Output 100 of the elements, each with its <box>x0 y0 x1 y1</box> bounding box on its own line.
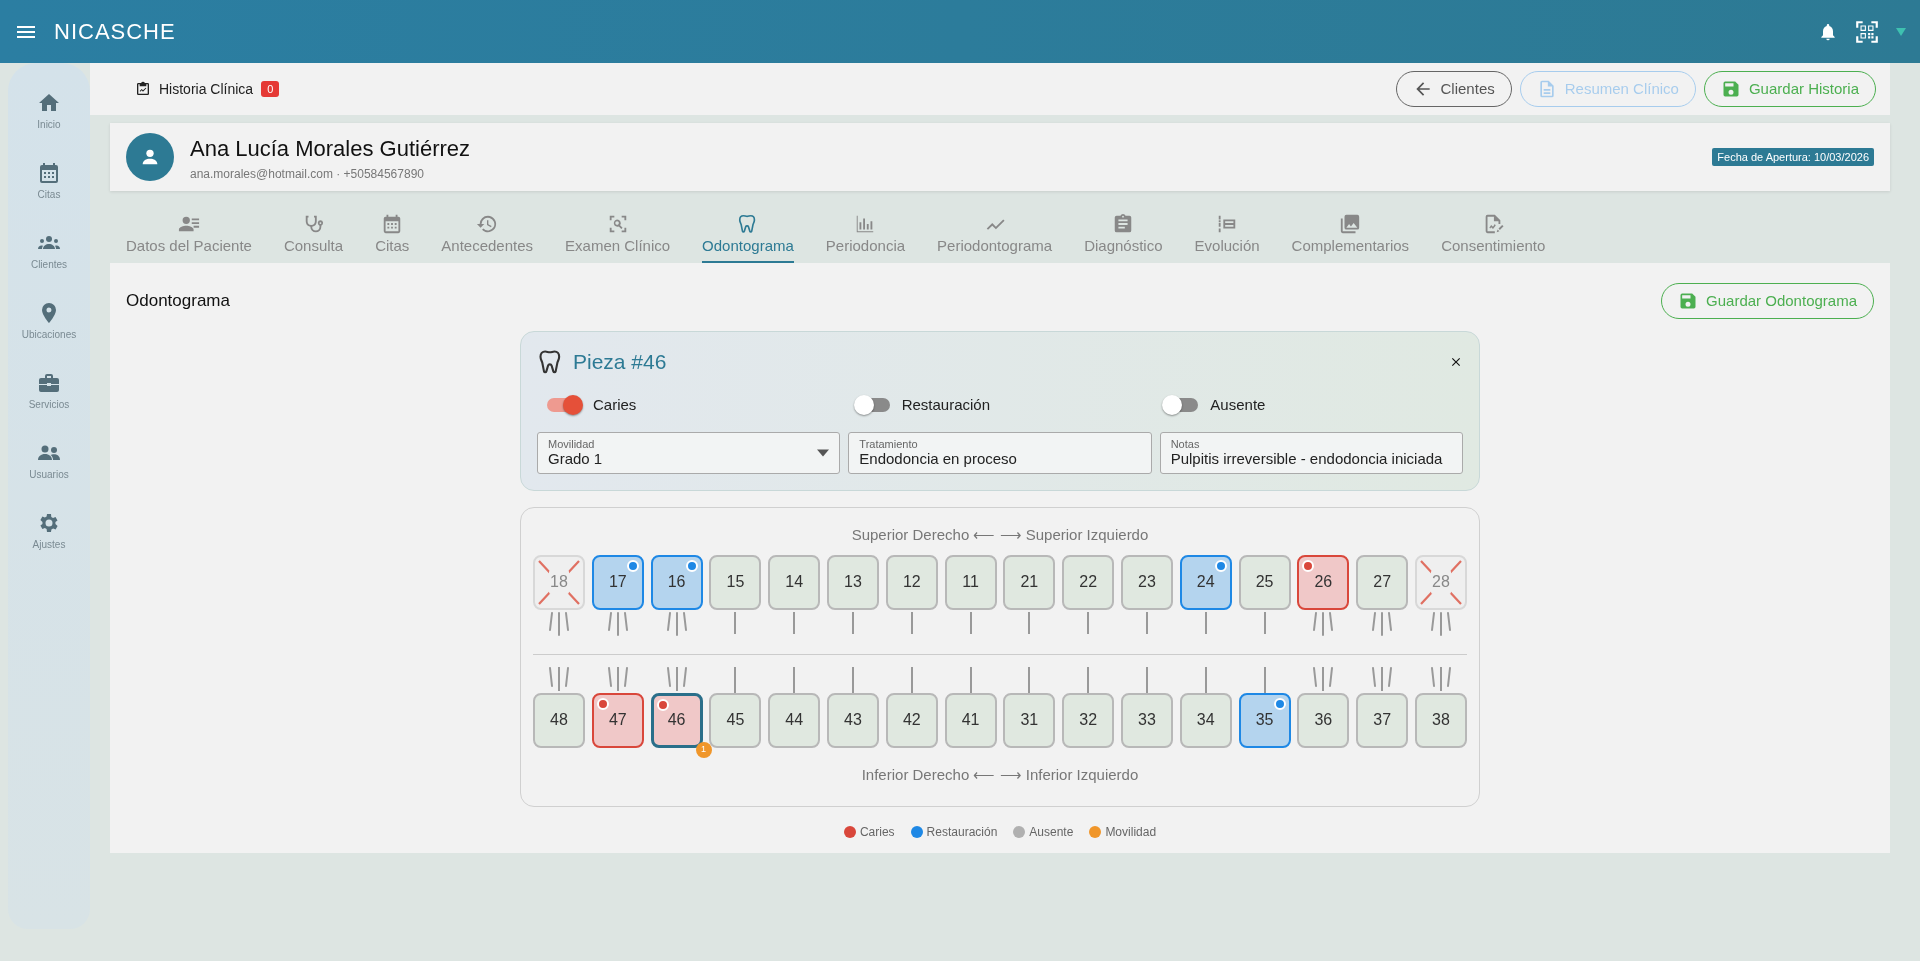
root-lines-drawing <box>606 611 629 636</box>
toggle-switch[interactable] <box>1164 397 1199 412</box>
tooth-button[interactable]: 45 <box>709 692 762 748</box>
input-field[interactable]: Tratamiento Endodoncia en proceso <box>848 432 1152 474</box>
piece-title: Pieza #46 <box>573 349 667 375</box>
legend-label: Caries <box>859 824 895 841</box>
briefcase-icon <box>37 371 61 395</box>
caries-dot <box>1302 559 1315 572</box>
root-lines-drawing <box>1371 666 1394 691</box>
patient-name: Ana Lucía Morales Gutiérrez <box>190 134 471 163</box>
legend-label: Restauración <box>926 824 998 841</box>
mobility-badge: 1 <box>695 741 712 758</box>
bell-icon[interactable] <box>1818 21 1838 42</box>
root-lines-drawing <box>548 611 570 636</box>
patient-contact: ana.morales@hotmail.com · +50584567890 <box>190 165 425 183</box>
qr-code-icon[interactable] <box>1854 18 1880 45</box>
root-lines-drawing <box>1262 666 1267 693</box>
input-field[interactable]: Notas Pulpitis irreversible - endodoncia iniciada <box>1159 432 1463 474</box>
root-lines-drawing <box>792 666 797 693</box>
tooth-button[interactable]: 44 <box>768 692 821 748</box>
caries-dot <box>596 697 609 710</box>
select-field[interactable]: Movilidad Grado 1 <box>537 432 841 474</box>
root-lines-drawing <box>968 611 973 634</box>
count-badge: 0 <box>261 80 280 98</box>
tooth-button[interactable]: 16 <box>650 554 703 610</box>
tooth-button[interactable]: 26 <box>1297 554 1350 610</box>
tooth-button[interactable]: 11 <box>944 554 997 610</box>
tooth-button[interactable]: 33 <box>1120 692 1173 748</box>
tooth-button[interactable]: 24 <box>1179 554 1232 610</box>
tooth-button[interactable]: 42 <box>885 692 938 748</box>
restoration-dot <box>626 559 639 572</box>
root-lines-drawing <box>909 666 914 693</box>
row-caption: Inferior Derecho ⟵ ⟶ Inferior Izquierdo <box>860 764 1140 785</box>
tooth-button[interactable]: 21 <box>1003 554 1056 610</box>
clipboard-icon <box>135 81 151 97</box>
row-caption: Superior Derecho ⟵ ⟶ Superior Izquierdo <box>850 525 1150 545</box>
root-lines-drawing <box>909 611 914 634</box>
root-lines-drawing <box>1262 611 1267 634</box>
root-lines-drawing <box>1312 666 1335 691</box>
tooth-button[interactable]: 35 <box>1238 692 1291 748</box>
root-lines-drawing <box>1203 666 1208 693</box>
legend-label: Ausente <box>1029 824 1074 841</box>
restoration-dot <box>685 559 698 572</box>
tooth-button[interactable]: 25 <box>1238 554 1291 610</box>
root-lines-drawing <box>968 666 973 693</box>
toggle-switch[interactable] <box>547 397 581 412</box>
calendar-icon <box>37 161 61 185</box>
tooth-button[interactable]: 36 <box>1297 692 1350 748</box>
tooth-button[interactable]: 41 <box>944 692 997 748</box>
caries-dot <box>656 698 669 711</box>
toggle-label: Restauración <box>901 394 991 415</box>
tooth-button[interactable]: 15 <box>709 554 762 610</box>
tooth-button[interactable]: 12 <box>885 554 938 610</box>
avatar <box>126 133 174 181</box>
save-icon <box>1678 291 1699 311</box>
root-lines-drawing <box>1086 611 1091 634</box>
tooth-button[interactable]: 22 <box>1062 554 1115 610</box>
root-lines-drawing <box>1027 611 1032 634</box>
tooth-button[interactable]: 48 <box>533 692 585 748</box>
root-lines-drawing <box>665 666 688 691</box>
restoration-dot <box>1273 697 1286 710</box>
tooth-button[interactable]: 23 <box>1120 554 1173 610</box>
tooth-button[interactable]: 38 <box>1414 692 1467 748</box>
images-icon <box>1339 212 1362 235</box>
root-lines-drawing <box>1144 611 1149 634</box>
root-lines-drawing <box>1312 611 1335 636</box>
root-lines-drawing <box>792 611 797 634</box>
tooth-button[interactable]: 46 <box>650 692 703 748</box>
root-lines-drawing <box>1429 666 1452 691</box>
root-lines-drawing <box>606 666 629 691</box>
root-lines-drawing <box>851 666 855 693</box>
section-title: Odontograma <box>126 290 230 313</box>
dropdown-arrow-icon <box>817 449 830 457</box>
tooth-button[interactable]: 34 <box>1179 692 1232 748</box>
legend-label: Movilidad <box>1105 824 1157 841</box>
tooth-button[interactable]: 47 <box>591 692 644 748</box>
root-lines-drawing <box>733 666 738 693</box>
toggle-label: Ausente <box>1210 394 1266 415</box>
root-lines-drawing <box>1203 611 1208 634</box>
tooth-button[interactable]: 27 <box>1356 554 1409 610</box>
opening-date-chip: Fecha de Apertura: 10/03/2026 <box>1712 147 1874 167</box>
root-lines-drawing <box>1027 666 1032 693</box>
tooth-button[interactable]: 43 <box>827 692 879 748</box>
tooth-button[interactable]: 31 <box>1003 692 1056 748</box>
root-lines-drawing <box>851 611 855 634</box>
toggle-switch[interactable] <box>855 397 890 412</box>
app-title: NICASCHE <box>54 18 176 46</box>
root-lines-drawing <box>1371 611 1394 636</box>
toggle-label: Caries <box>593 394 637 415</box>
root-lines-drawing <box>1144 666 1149 693</box>
root-lines-drawing <box>1429 611 1452 636</box>
tooth-button[interactable]: 37 <box>1356 692 1409 748</box>
root-lines-drawing <box>1086 666 1091 693</box>
tooth-button[interactable]: 13 <box>827 554 879 610</box>
restoration-dot <box>1214 559 1227 572</box>
tooth-button[interactable]: 17 <box>591 554 644 610</box>
tooth-button[interactable]: 14 <box>768 554 821 610</box>
root-lines-drawing <box>733 611 738 634</box>
tooth-button[interactable]: 32 <box>1062 692 1115 748</box>
page-title: Historia Clínica <box>159 79 254 99</box>
